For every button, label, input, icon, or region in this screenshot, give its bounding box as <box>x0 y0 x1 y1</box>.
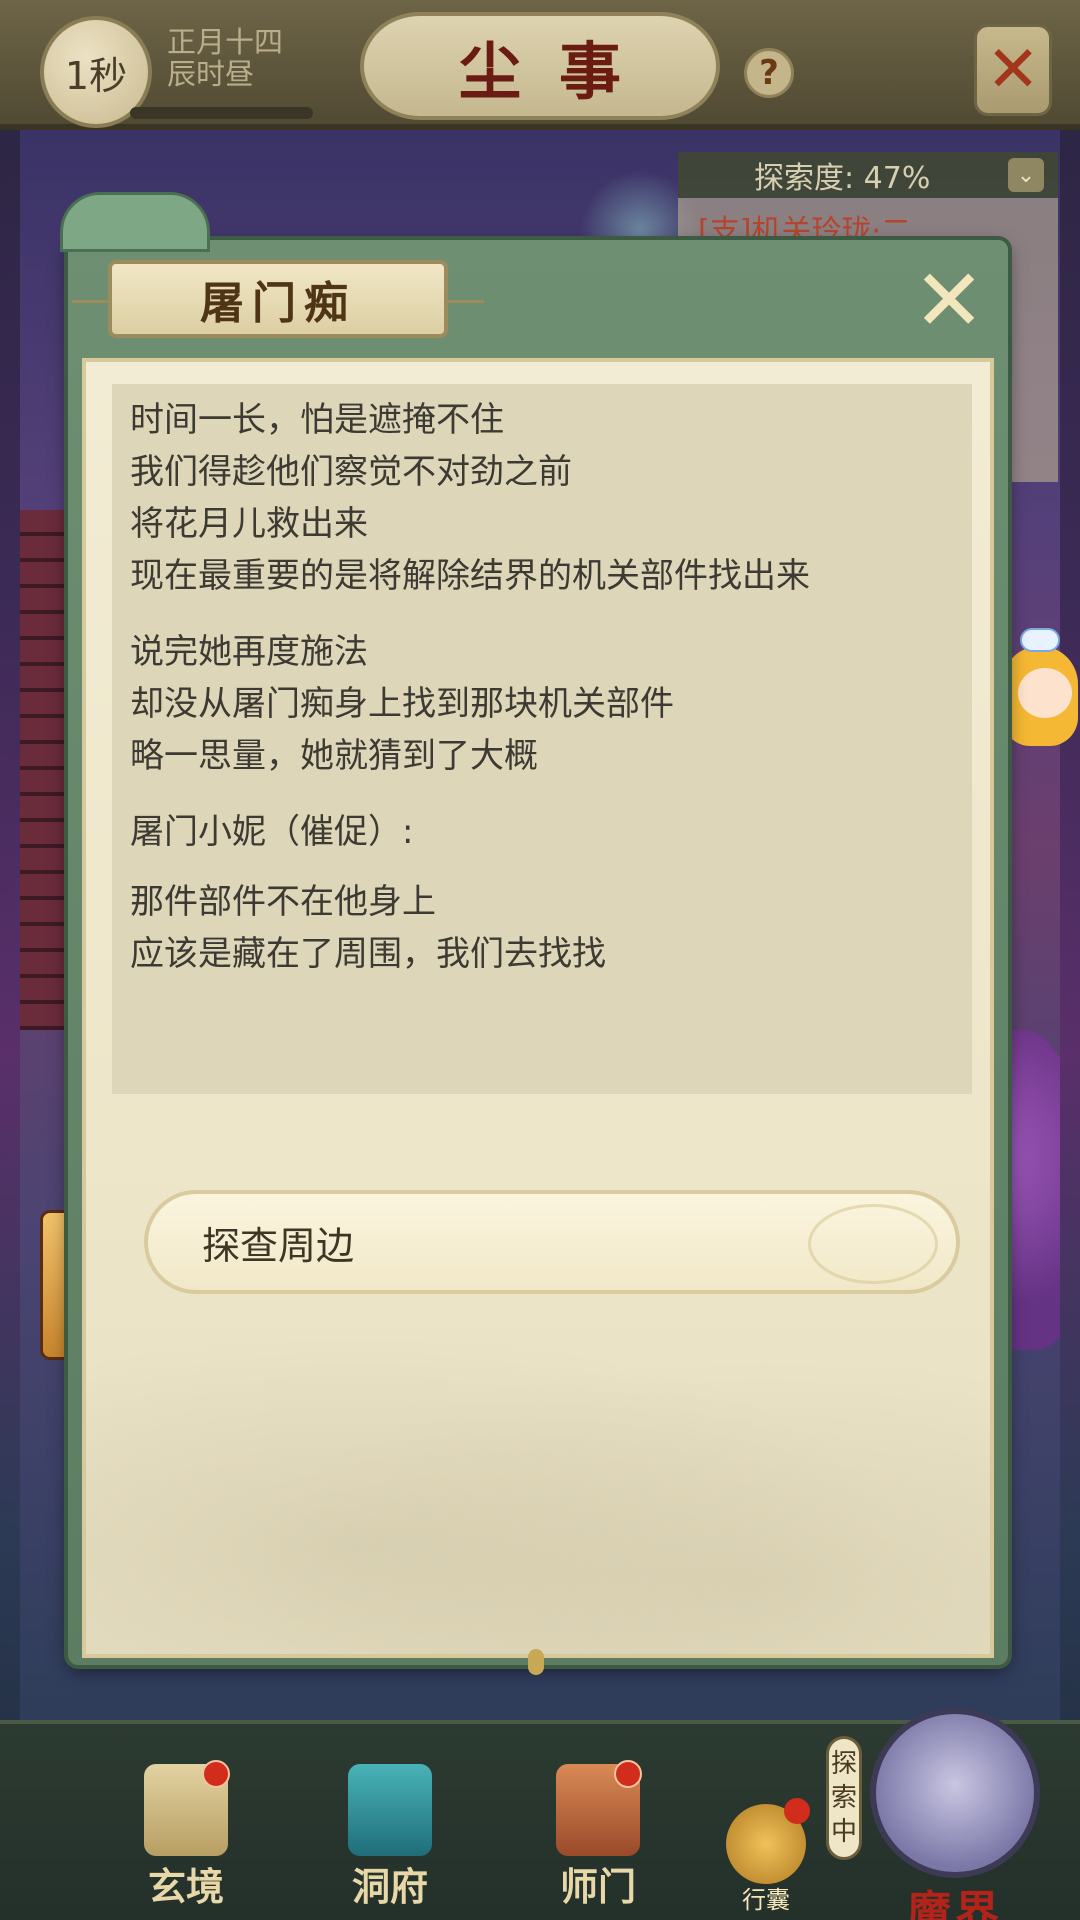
nav-mojie-button[interactable]: 魔界 <box>860 1708 1050 1920</box>
quote-line: 应该是藏在了周围，我们去找找 <box>130 934 606 974</box>
lunar-date: 正月十四 <box>167 25 284 59</box>
story-paragraph: 时间一长，怕是遮掩不住 我们得趁他们察觉不对劲之前 将花月儿救出来 现在最重要的… <box>130 394 954 602</box>
cloud-icon <box>808 1204 938 1284</box>
collapse-toggle[interactable]: ⌄ <box>1008 158 1044 192</box>
notification-dot <box>784 1798 810 1824</box>
time-value: 1秒 <box>64 53 128 98</box>
nav-label: 魔界 <box>907 1887 1003 1920</box>
scroll-pin-decoration <box>528 1649 544 1675</box>
nav-label: 玄境 <box>147 1864 224 1909</box>
nav-dongfu-button[interactable]: 洞府 <box>330 1764 450 1914</box>
screen-title-plate: 尘事 <box>360 12 720 120</box>
avatar-bow <box>1020 628 1060 652</box>
mountain-mist-decoration <box>86 1294 990 1654</box>
exploration-progress: 探索度: 47% <box>754 161 931 196</box>
time-progress-bar <box>130 107 313 119</box>
exploring-status-label: 探索中 <box>830 1749 857 1847</box>
dialog-paper: 时间一长，怕是遮掩不住 我们得趁他们察觉不对劲之前 将花月儿救出来 现在最重要的… <box>82 358 994 1658</box>
story-line: 时间一长，怕是遮掩不住 <box>130 400 504 440</box>
speaker-line: 屠门小妮（催促）: <box>130 812 414 852</box>
story-line: 说完她再度施法 <box>130 632 368 672</box>
speaker-name-plate: 屠门痴 <box>72 260 484 338</box>
quote-line: 那件部件不在他身上 <box>130 882 436 922</box>
story-line: 却没从屠门痴身上找到那块机关部件 <box>130 684 674 724</box>
nav-label: 行囊 <box>742 1886 790 1914</box>
story-text-box: 时间一长，怕是遮掩不住 我们得趁他们察觉不对劲之前 将花月儿救出来 现在最重要的… <box>112 384 972 1094</box>
help-button[interactable]: ? <box>744 48 794 98</box>
notification-dot <box>614 1760 642 1788</box>
time-of-day: 辰时昼 <box>167 57 255 91</box>
pavilion-icon <box>348 1764 432 1856</box>
story-line: 我们得趁他们察觉不对劲之前 <box>130 452 572 492</box>
story-paragraph: 说完她再度施法 却没从屠门痴身上找到那块机关部件 略一思量，她就猜到了大概 <box>130 626 954 782</box>
screen-title: 尘事 <box>458 35 659 108</box>
story-line: 现在最重要的是将解除结界的机关部件找出来 <box>130 556 810 596</box>
nav-shimen-button[interactable]: 师门 <box>538 1760 658 1914</box>
option-investigate-button[interactable]: 探查周边 <box>144 1190 960 1294</box>
story-dialog: 屠门痴 ✕ 时间一长，怕是遮掩不住 我们得趁他们察觉不对劲之前 将花月儿救出来 … <box>60 192 1008 1675</box>
exit-button[interactable]: ✕ <box>974 24 1052 116</box>
nav-label: 师门 <box>559 1864 636 1909</box>
exploring-status-tag: 探索中 <box>826 1736 862 1860</box>
question-icon: ? <box>759 53 779 93</box>
avatar-face <box>1018 668 1072 718</box>
close-icon: ✕ <box>912 251 986 351</box>
dialog-corner-decoration <box>60 192 210 252</box>
assistant-avatar[interactable] <box>996 628 1080 754</box>
top-bar: 1秒 正月十四 辰时昼 尘事 ? ✕ <box>0 0 1080 130</box>
game-date: 正月十四 辰时昼 <box>167 26 283 90</box>
notification-dot <box>202 1760 230 1788</box>
crossed-swords-icon: ✕ <box>986 33 1040 107</box>
quote-paragraph: 那件部件不在他身上 应该是藏在了周围，我们去找找 <box>130 876 954 980</box>
bottom-navigation: 玄境 洞府 师门 行囊 魔界 <box>0 1708 1080 1920</box>
chevron-down-icon: ⌄ <box>1016 162 1036 188</box>
close-button[interactable]: ✕ <box>906 258 992 344</box>
nav-bag-button[interactable]: 行囊 <box>718 1798 814 1914</box>
story-line: 将花月儿救出来 <box>130 504 368 544</box>
exploration-header: 探索度: 47% ⌄ <box>678 152 1058 198</box>
nav-xuanjing-button[interactable]: 玄境 <box>126 1760 246 1914</box>
story-line: 略一思量，她就猜到了大概 <box>130 736 538 776</box>
nav-label: 洞府 <box>351 1864 428 1909</box>
demon-realm-icon <box>870 1708 1040 1878</box>
option-label: 探查周边 <box>202 1223 355 1268</box>
speaker-name: 屠门痴 <box>200 278 356 329</box>
